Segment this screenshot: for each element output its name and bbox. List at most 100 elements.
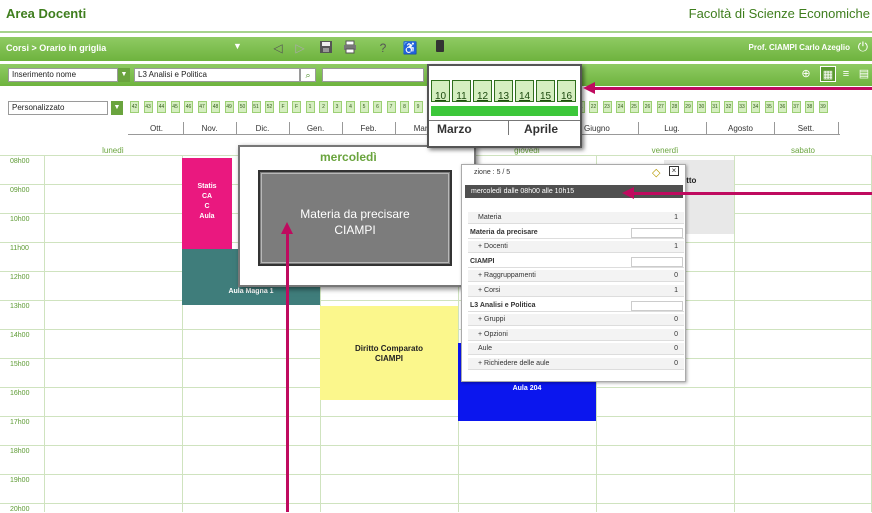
week-button[interactable]: 48 (211, 101, 220, 113)
eraser-icon[interactable]: ◇ (652, 166, 660, 179)
hour-label: 08h00 (10, 158, 30, 165)
detail-row[interactable]: + Gruppi 0 (468, 314, 684, 327)
week-button[interactable]: 31 (710, 101, 720, 113)
week-button[interactable]: 36 (778, 101, 787, 113)
week-button[interactable]: 1 (305, 101, 315, 113)
week-button[interactable]: 45 (170, 101, 180, 113)
hour-label: 15h00 (10, 361, 30, 368)
week-button[interactable]: 25 (629, 101, 639, 113)
zoom-week-button[interactable]: 10 (431, 80, 450, 102)
zoom-week-button[interactable]: 14 (515, 80, 534, 102)
week-button[interactable]: 3 (332, 101, 342, 113)
week-button[interactable]: 4 (346, 101, 355, 113)
close-icon[interactable]: × (669, 166, 679, 176)
list-view-icon[interactable]: ≡ (838, 66, 854, 82)
week-button[interactable]: 38 (805, 101, 814, 113)
detail-row-label: L3 Analisi e Politica (470, 301, 536, 309)
forward-icon[interactable]: ▷ (292, 40, 308, 56)
detail-row-count: 0 (674, 345, 678, 353)
detail-row[interactable]: + Opzioni 0 (468, 328, 684, 341)
week-button[interactable]: 33 (737, 101, 747, 113)
breadcrumb-dropdown-icon[interactable]: ▼ (233, 41, 242, 51)
week-button[interactable]: 37 (791, 101, 801, 113)
week-button[interactable]: 26 (643, 101, 652, 113)
hour-label: 13h00 (10, 303, 30, 310)
zoom-week-button[interactable]: 15 (536, 80, 555, 102)
detail-row-field[interactable] (631, 256, 683, 267)
week-button[interactable]: 43 (143, 101, 153, 113)
course-select[interactable]: L3 Analisi e Politica (134, 68, 300, 82)
period-mode-select[interactable]: Personalizzato (8, 101, 108, 115)
event-diritto-comparato[interactable]: Diritto Comparato CIAMPI (320, 306, 458, 400)
zoom-week-button[interactable]: 12 (473, 80, 492, 102)
event-statistics[interactable]: Statis CA C Aula (182, 158, 232, 249)
week-button[interactable]: 44 (157, 101, 166, 113)
detail-row[interactable]: Aule 0 (468, 343, 684, 356)
zoom-month-april: Aprile (524, 122, 559, 136)
week-button[interactable]: 32 (724, 101, 733, 113)
month-divider (183, 122, 184, 134)
week-button[interactable]: 30 (697, 101, 706, 113)
week-button[interactable]: 35 (764, 101, 774, 113)
week-button[interactable]: 7 (386, 101, 396, 113)
period-mode-chevron-icon[interactable]: ▼ (111, 101, 123, 115)
professor-name[interactable]: Prof. CIAMPI Carlo Azeglio (749, 43, 851, 52)
week-button[interactable]: 29 (683, 101, 693, 113)
table-view-icon[interactable]: ▤ (856, 66, 872, 82)
name-select-chevron-icon[interactable]: ▼ (118, 68, 130, 82)
back-icon[interactable]: ◁ (270, 40, 286, 56)
week-button[interactable]: 2 (319, 101, 328, 113)
detail-row-field[interactable] (631, 227, 683, 238)
phone-icon[interactable] (432, 40, 448, 56)
detail-row: CIAMPI (468, 256, 684, 268)
week-button[interactable]: 27 (656, 101, 666, 113)
week-button[interactable]: 39 (818, 101, 828, 113)
annotation-arrow-event (286, 232, 289, 512)
event-line: Aula 204 (512, 385, 542, 392)
zoom-event-card-border (261, 173, 449, 263)
week-button[interactable]: 42 (130, 101, 139, 113)
week-button[interactable]: 52 (265, 101, 274, 113)
help-icon[interactable]: ? (375, 40, 391, 56)
zoom-month-march: Marzo (437, 122, 472, 136)
week-button[interactable]: 49 (224, 101, 234, 113)
week-button[interactable]: 51 (251, 101, 261, 113)
detail-row-field[interactable] (631, 300, 683, 311)
week-button[interactable]: 46 (184, 101, 193, 113)
course-search-icon[interactable]: ⌕ (300, 68, 316, 82)
grid-row-line (0, 503, 872, 504)
detail-row[interactable]: + Raggruppamenti 0 (468, 270, 684, 283)
week-button[interactable]: 34 (751, 101, 760, 113)
detail-row[interactable]: + Richiedere delle aule 0 (468, 358, 684, 370)
week-button[interactable]: 47 (197, 101, 207, 113)
power-icon[interactable]: ⏻ (858, 39, 868, 55)
zoom-day-label: mercoledì (320, 150, 377, 164)
week-button[interactable]: 6 (373, 101, 382, 113)
detail-row-count: 0 (674, 360, 678, 367)
accessibility-icon[interactable]: ♿ (402, 40, 418, 56)
print-icon[interactable] (342, 40, 358, 56)
week-button[interactable]: 22 (589, 101, 598, 113)
detail-row[interactable]: + Corsi 1 (468, 285, 684, 297)
grid-view-icon[interactable]: ▦ (820, 66, 836, 82)
zoom-week-button[interactable]: 16 (557, 80, 576, 102)
week-button[interactable]: 28 (670, 101, 679, 113)
extra-select[interactable] (322, 68, 424, 82)
week-button[interactable]: 23 (602, 101, 612, 113)
detail-row[interactable]: + Docenti 1 (468, 241, 684, 254)
zoom-icon[interactable]: ⊕ (798, 66, 814, 82)
week-button[interactable]: 50 (238, 101, 247, 113)
zoom-week-button[interactable]: 11 (452, 80, 471, 102)
week-button[interactable]: 5 (359, 101, 369, 113)
week-button[interactable]: 24 (616, 101, 625, 113)
week-button[interactable]: F (278, 101, 288, 113)
detail-row[interactable]: Materia 1 (468, 212, 684, 224)
week-button[interactable]: 9 (413, 101, 423, 113)
breadcrumb[interactable]: Corsi > Orario in griglia (6, 43, 106, 53)
name-select[interactable]: Inserimento nome (8, 68, 118, 82)
zoom-week-button[interactable]: 13 (494, 80, 513, 102)
save-icon[interactable] (318, 40, 334, 56)
week-button[interactable]: 8 (400, 101, 409, 113)
faculty-title: Facoltà di Scienze Economiche (688, 6, 870, 21)
week-button[interactable]: F (292, 101, 301, 113)
